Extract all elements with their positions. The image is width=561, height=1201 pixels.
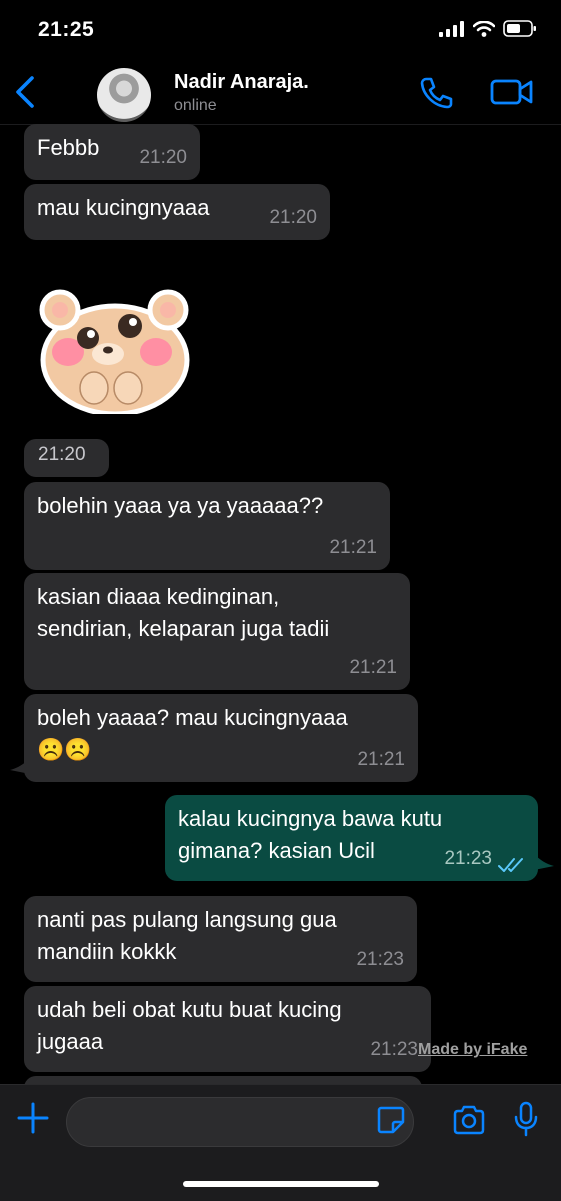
signal-icon [439,20,464,37]
watermark: Made by iFake [418,1041,528,1058]
message-list[interactable]: Febbb 21:20 mau kucingnyaaa 21:20 21:20 … [0,124,561,1084]
microphone-icon[interactable] [514,1101,538,1137]
status-bar: 21:25 [0,0,561,60]
message-text: nanti pas pulang langsung gua [37,907,337,932]
message-input[interactable] [66,1097,414,1147]
message-bubble[interactable]: 21:20 [24,439,109,477]
bubble-tail [10,758,30,774]
presence-status: online [174,97,217,114]
message-text: kalau kucingnya bawa kutu [178,806,443,831]
message-bubble[interactable]: nanti pas pulang langsung gua mandiin ko… [24,896,417,982]
message-bubble[interactable] [24,1076,422,1084]
avatar[interactable] [97,68,151,122]
back-chevron-icon[interactable] [12,74,40,110]
battery-icon [503,20,536,37]
message-text: mandiin kokkk [37,939,177,964]
message-bubble[interactable]: udah beli obat kutu buat kucing jugaaa 2… [24,986,431,1072]
read-receipt-icon [498,858,523,872]
sticker-icon[interactable] [376,1105,406,1135]
message-time: 21:20 [38,444,86,465]
message-text: ☹️☹️ [37,737,92,762]
status-time: 21:25 [38,18,95,41]
message-text: Febbb [37,135,100,160]
status-icons [439,20,537,37]
home-indicator[interactable] [183,1181,379,1187]
message-text: bolehin yaaa ya ya yaaaaa?? [37,493,324,518]
message-bubble[interactable]: kasian diaaa kedinginan, sendirian, kela… [24,573,410,690]
bear-sticker[interactable] [36,280,194,414]
message-bubble[interactable]: bolehin yaaa ya ya yaaaaa?? 21:21 [24,482,390,570]
phone-icon[interactable] [418,76,454,110]
message-text: sendirian, kelaparan juga tadii [37,616,330,641]
message-time: 21:23 [444,848,492,869]
message-text: kasian diaaa kedinginan, [37,584,280,609]
message-time: 21:20 [269,207,317,228]
contact-name[interactable]: Nadir Anaraja. [174,71,309,94]
message-bubble[interactable]: mau kucingnyaaa 21:20 [24,184,330,240]
message-time: 21:23 [370,1039,418,1060]
plus-icon[interactable] [16,1101,50,1135]
message-text: mau kucingnyaaa [37,195,210,220]
message-text: udah beli obat kutu buat kucing [37,997,342,1022]
message-bubble[interactable]: Febbb 21:20 [24,124,200,180]
message-text: jugaaa [37,1029,104,1054]
message-time: 21:21 [329,537,377,558]
message-bubble[interactable]: boleh yaaaa? mau kucingnyaaa ☹️☹️ 21:21 [24,694,418,782]
camera-icon[interactable] [452,1105,486,1135]
bubble-tail [534,854,554,870]
message-time: 21:21 [349,657,397,678]
message-bubble-outgoing[interactable]: kalau kucingnya bawa kutu gimana? kasian… [165,795,538,881]
video-call-icon[interactable] [490,76,534,108]
message-time: 21:20 [139,147,187,168]
wifi-icon [473,20,495,37]
message-text: boleh yaaaa? mau kucingnyaaa [37,705,348,730]
message-time: 21:21 [357,749,405,770]
chat-header: Nadir Anaraja. online [0,60,561,125]
message-time: 21:23 [356,949,404,970]
